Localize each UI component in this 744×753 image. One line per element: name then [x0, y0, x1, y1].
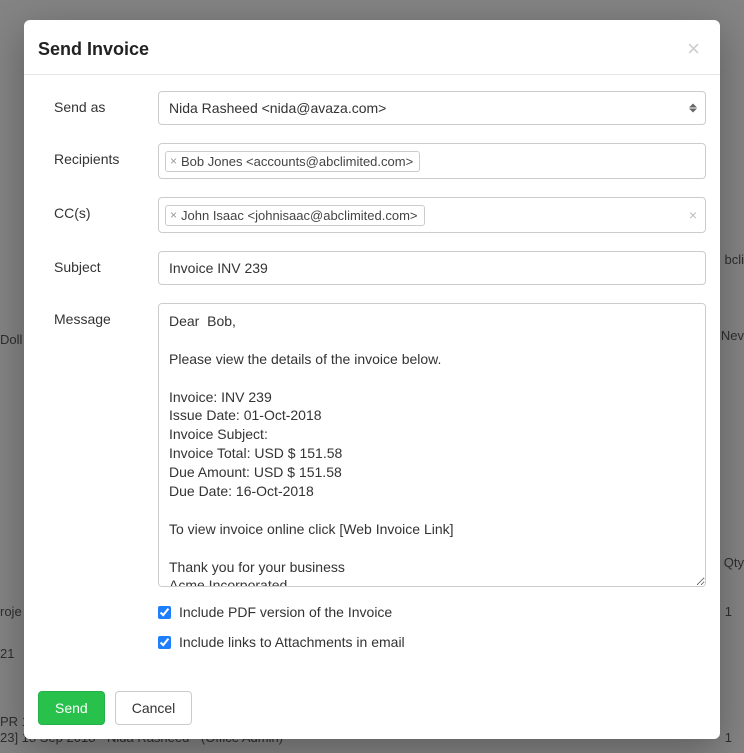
send-button[interactable]: Send	[38, 691, 105, 725]
remove-tag-icon[interactable]: ×	[170, 208, 177, 222]
modal-footer: Send Cancel	[24, 679, 720, 739]
label-message: Message	[54, 303, 158, 327]
checkbox-pdf-row: Include PDF version of the Invoice	[158, 604, 706, 620]
row-send-as: Send as Nida Rasheed <nida@avaza.com>	[54, 91, 706, 125]
row-message: Message	[54, 303, 706, 590]
row-recipients: Recipients × Bob Jones <accounts@abclimi…	[54, 143, 706, 179]
cc-input[interactable]: × John Isaac <johnisaac@abclimited.com> …	[158, 197, 706, 233]
include-attachments-checkbox[interactable]	[158, 636, 171, 649]
checkbox-attachments-row: Include links to Attachments in email	[158, 634, 706, 650]
remove-tag-icon[interactable]: ×	[170, 154, 177, 168]
cc-tag: × John Isaac <johnisaac@abclimited.com>	[165, 205, 425, 226]
recipient-tag-label: Bob Jones <accounts@abclimited.com>	[181, 154, 413, 169]
cc-tag-label: John Isaac <johnisaac@abclimited.com>	[181, 208, 418, 223]
send-as-select[interactable]: Nida Rasheed <nida@avaza.com>	[158, 91, 706, 125]
close-icon[interactable]: ×	[687, 38, 700, 60]
label-cc: CC(s)	[54, 197, 158, 221]
modal-title: Send Invoice	[38, 39, 149, 60]
send-invoice-modal: Send Invoice × Send as Nida Rasheed <nid…	[24, 20, 720, 739]
row-cc: CC(s) × John Isaac <johnisaac@abclimited…	[54, 197, 706, 233]
send-as-value: Nida Rasheed <nida@avaza.com>	[169, 100, 386, 116]
include-attachments-label: Include links to Attachments in email	[179, 634, 405, 650]
recipients-input[interactable]: × Bob Jones <accounts@abclimited.com>	[158, 143, 706, 179]
recipient-tag: × Bob Jones <accounts@abclimited.com>	[165, 151, 420, 172]
modal-body: Send as Nida Rasheed <nida@avaza.com> Re…	[24, 75, 720, 679]
updown-icon	[689, 104, 697, 113]
include-pdf-label: Include PDF version of the Invoice	[179, 604, 392, 620]
include-pdf-checkbox[interactable]	[158, 606, 171, 619]
cancel-button[interactable]: Cancel	[115, 691, 193, 725]
clear-cc-icon[interactable]: ×	[689, 207, 697, 223]
label-subject: Subject	[54, 251, 158, 275]
modal-header: Send Invoice ×	[24, 20, 720, 75]
row-subject: Subject	[54, 251, 706, 285]
message-textarea[interactable]	[158, 303, 706, 587]
label-send-as: Send as	[54, 91, 158, 115]
subject-input[interactable]	[158, 251, 706, 285]
label-recipients: Recipients	[54, 143, 158, 167]
